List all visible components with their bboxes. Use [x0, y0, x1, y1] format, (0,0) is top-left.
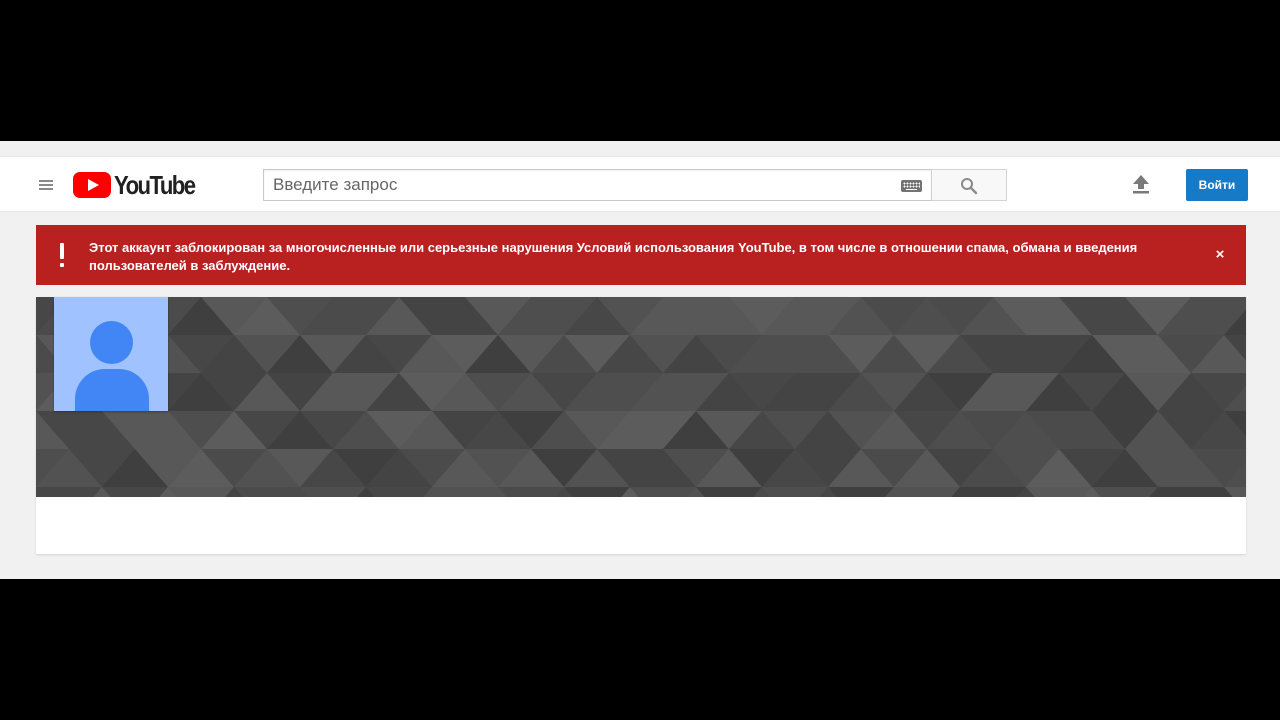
search-button[interactable] — [931, 169, 1007, 201]
channel-header — [36, 297, 1246, 554]
letterbox-top — [0, 0, 1280, 141]
upload-icon[interactable] — [1130, 173, 1152, 195]
top-strip — [0, 141, 1280, 156]
keyboard-icon[interactable] — [901, 180, 922, 192]
alert-message: Этот аккаунт заблокирован за многочислен… — [89, 240, 1138, 273]
signin-button[interactable]: Войти — [1186, 169, 1248, 201]
letterbox-bottom — [0, 579, 1280, 720]
youtube-page: YouTube Войти Этот аккаунт заблокирован … — [0, 141, 1280, 579]
search-box — [263, 169, 931, 201]
search-input[interactable] — [264, 170, 884, 200]
hamburger-menu-icon[interactable] — [36, 176, 58, 194]
close-alert-button[interactable]: × — [1212, 245, 1228, 265]
exclamation-icon — [58, 243, 66, 269]
account-terminated-alert: Этот аккаунт заблокирован за многочислен… — [36, 225, 1246, 285]
youtube-logo[interactable]: YouTube — [73, 169, 209, 200]
search-icon — [961, 178, 978, 195]
masthead: YouTube Войти — [0, 156, 1280, 212]
avatar-body — [75, 369, 149, 411]
channel-banner — [36, 297, 1246, 497]
youtube-play-icon — [73, 172, 111, 198]
logo-text: YouTube — [114, 169, 196, 200]
avatar-head — [90, 321, 133, 364]
default-avatar-icon — [54, 297, 168, 411]
